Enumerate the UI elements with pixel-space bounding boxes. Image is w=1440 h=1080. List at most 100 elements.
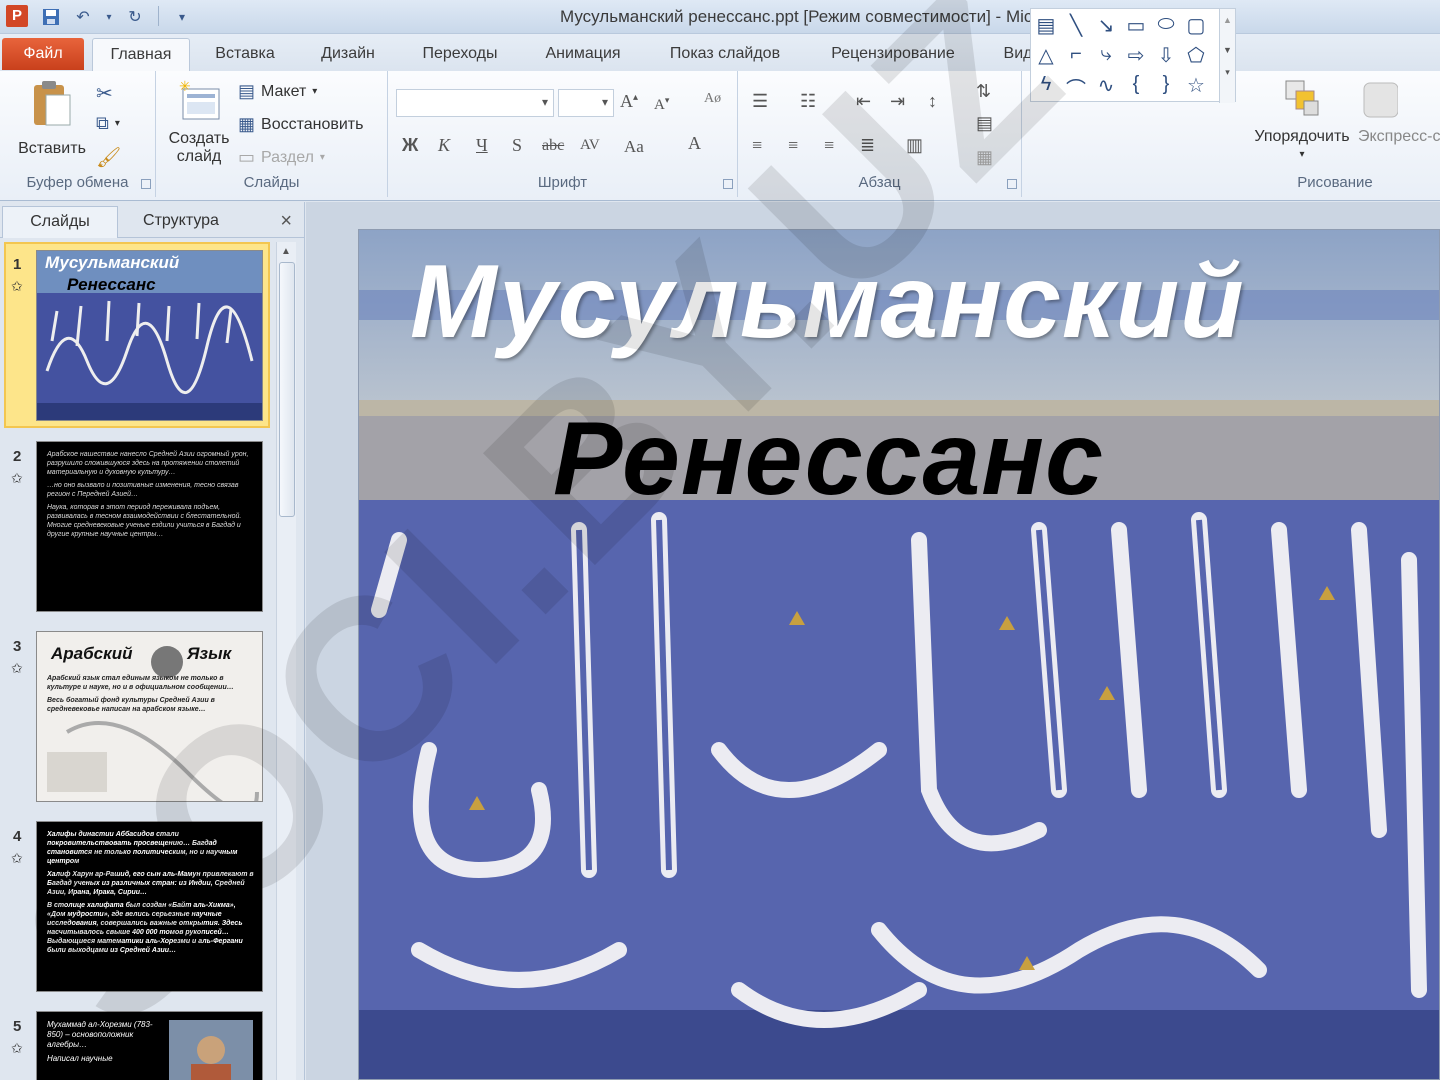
align-left-icon[interactable]: ≡ — [752, 135, 762, 156]
star-shape-icon[interactable]: ☆ — [1183, 73, 1209, 98]
thumb5-bullet: Мухаммад ал-Хорезми (783-850) – основопо… — [47, 1020, 153, 1049]
save-icon[interactable] — [40, 6, 62, 28]
arrow-line-shape-icon[interactable]: ↘ — [1093, 13, 1119, 38]
bullets-icon[interactable]: ☰ — [752, 91, 768, 112]
rectangle-shape-icon[interactable]: ▭ — [1123, 13, 1149, 38]
grow-font-icon[interactable]: A▴ — [620, 91, 638, 112]
window-title: Мусульманский ренессанс.ppt [Режим совме… — [560, 7, 1167, 26]
align-text-icon[interactable]: ▤ — [976, 113, 993, 134]
rounded-rectangle-shape-icon[interactable]: ▢ — [1183, 13, 1209, 38]
line-shape-icon[interactable]: ╲ — [1063, 13, 1089, 38]
text-direction-icon[interactable]: ⇅ — [976, 81, 991, 102]
bold-button[interactable]: Ж — [402, 135, 418, 156]
elbow-arrow-shape-icon[interactable]: ⤷ — [1093, 43, 1119, 66]
left-brace-shape-icon[interactable]: { — [1123, 73, 1149, 96]
increase-indent-icon[interactable]: ⇥ — [890, 91, 905, 112]
tab-design[interactable]: Дизайн — [304, 38, 392, 72]
layout-button[interactable]: ▤ Макет ▾ — [238, 81, 317, 102]
gallery-up-icon[interactable]: ▲ — [1220, 15, 1235, 25]
clipboard-group-label: Буфер обмена — [26, 174, 129, 191]
character-spacing-button[interactable]: AV — [580, 137, 600, 154]
copy-button[interactable]: ⧉ ▾ — [96, 113, 120, 134]
justify-icon[interactable]: ≣ — [860, 135, 875, 156]
decrease-indent-icon[interactable]: ⇤ — [856, 91, 871, 112]
undo-dropdown-icon[interactable]: ▾ — [104, 6, 114, 28]
paste-button[interactable]: Вставить — [12, 79, 92, 158]
change-case-button[interactable]: Aa — [624, 137, 644, 157]
text-shadow-button[interactable]: S — [512, 135, 522, 156]
slide-thumbnail-2[interactable]: Арабское нашествие нанесло Средней Азии … — [36, 441, 263, 612]
tab-animation[interactable]: Анимация — [528, 38, 638, 72]
undo-icon[interactable]: ↶ — [72, 6, 94, 28]
font-size-combo[interactable] — [558, 89, 614, 117]
elbow-connector-shape-icon[interactable]: ⌐ — [1063, 43, 1089, 66]
align-center-icon[interactable]: ≡ — [788, 135, 798, 156]
shapes-gallery[interactable]: ▤ ╲ ↘ ▭ ⬭ ▢ △ ⌐ ⤷ ⇨ ⇩ ⬠ ϟ ⌒ ∿ { } ☆ ▲ ▼ … — [1030, 8, 1236, 103]
underline-button[interactable]: Ч — [476, 135, 488, 156]
transition-star-icon: ✩ — [11, 278, 23, 294]
slides-pane-scrollbar[interactable]: ▲ — [276, 242, 296, 1080]
arrange-button[interactable]: Упорядочить ▾ — [1242, 77, 1362, 164]
gallery-down-icon[interactable]: ▼ — [1220, 45, 1235, 55]
tab-transitions[interactable]: Переходы — [408, 38, 512, 72]
right-brace-shape-icon[interactable]: } — [1153, 73, 1179, 96]
align-right-icon[interactable]: ≡ — [824, 135, 834, 156]
down-arrow-shape-icon[interactable]: ⇩ — [1153, 43, 1179, 68]
tab-file[interactable]: Файл — [2, 38, 84, 70]
slide-thumbnail-5[interactable]: Мухаммад ал-Хорезми (783-850) – основопо… — [36, 1011, 263, 1080]
font-family-combo[interactable] — [396, 89, 554, 117]
reset-button[interactable]: ▦ Восстановить — [238, 114, 363, 135]
copy-dropdown-icon[interactable]: ▾ — [115, 118, 120, 129]
clear-formatting-icon[interactable]: Aø — [704, 91, 721, 107]
curve-shape-icon[interactable]: ∿ — [1093, 73, 1119, 98]
font-launcher-icon[interactable] — [723, 179, 733, 189]
scroll-up-icon[interactable]: ▲ — [281, 246, 291, 257]
strikethrough-button[interactable]: abc — [542, 137, 564, 155]
slide-title-line-1[interactable]: Мусульманский — [410, 243, 1245, 362]
italic-button[interactable]: К — [438, 135, 450, 156]
numbering-icon[interactable]: ☷ — [800, 91, 816, 112]
textbox-shape-icon[interactable]: ▤ — [1033, 13, 1059, 38]
tab-insert[interactable]: Вставка — [200, 38, 290, 72]
gallery-scrollbar[interactable]: ▲ ▼ ▾ — [1219, 9, 1235, 103]
slide-title-line-2[interactable]: Ренессанс — [553, 400, 1104, 519]
redo-icon[interactable]: ↻ — [124, 6, 146, 28]
format-painter-button[interactable]: 🖌 — [96, 145, 121, 170]
right-arrow-shape-icon[interactable]: ⇨ — [1123, 43, 1149, 68]
thumb3-title-1: Арабский — [51, 644, 133, 663]
arc-shape-icon[interactable]: ⌒ — [1063, 73, 1089, 102]
slide-number: 3 — [13, 638, 22, 655]
quick-styles-button[interactable]: Экспресс-с — [1358, 77, 1440, 146]
shrink-font-icon[interactable]: A▾ — [654, 95, 669, 114]
tab-outline[interactable]: Структура — [122, 206, 240, 238]
scissors-icon: ✂ — [96, 83, 113, 105]
powerpoint-app-icon[interactable]: P — [6, 5, 28, 27]
tab-slides[interactable]: Слайды — [2, 206, 118, 238]
tab-review[interactable]: Рецензирование — [812, 38, 974, 72]
font-color-button[interactable]: A — [688, 133, 701, 154]
slide-number: 5 — [13, 1018, 22, 1035]
smartart-icon[interactable]: ▦ — [976, 147, 993, 168]
line-spacing-icon[interactable]: ↕ — [928, 91, 937, 112]
close-pane-icon[interactable]: × — [280, 210, 292, 233]
slide-thumbnail-1[interactable]: Мусульманский Ренессанс — [36, 250, 263, 421]
paragraph-launcher-icon[interactable] — [1007, 179, 1017, 189]
new-slide-button[interactable]: ✳ Создать слайд — [162, 78, 236, 166]
triangle-shape-icon[interactable]: △ — [1033, 43, 1059, 68]
tab-home[interactable]: Главная — [92, 38, 190, 73]
gallery-more-icon[interactable]: ▾ — [1220, 67, 1235, 78]
lightning-shape-icon[interactable]: ϟ — [1033, 73, 1059, 96]
slide-thumbnail-4[interactable]: Халифы династии Аббасидов стали покровит… — [36, 821, 263, 992]
section-button[interactable]: ▭ Раздел ▾ — [238, 147, 325, 168]
thumb2-bullet: Арабское нашествие нанесло Средней Азии … — [47, 451, 249, 476]
transition-star-icon: ✩ — [11, 850, 23, 866]
slide-thumbnail-3[interactable]: Арабский Язык Арабский язык стал единым … — [36, 631, 263, 802]
customize-qat-icon[interactable]: ▾ — [171, 6, 193, 28]
cut-button[interactable]: ✂ — [96, 81, 113, 106]
scroll-thumb[interactable] — [279, 262, 295, 517]
freeform-shape-icon[interactable]: ⬠ — [1183, 43, 1209, 68]
clipboard-launcher-icon[interactable] — [141, 179, 151, 189]
oval-shape-icon[interactable]: ⬭ — [1153, 13, 1179, 36]
tab-slideshow[interactable]: Показ слайдов — [654, 38, 796, 72]
columns-icon[interactable]: ▥ — [906, 135, 923, 156]
